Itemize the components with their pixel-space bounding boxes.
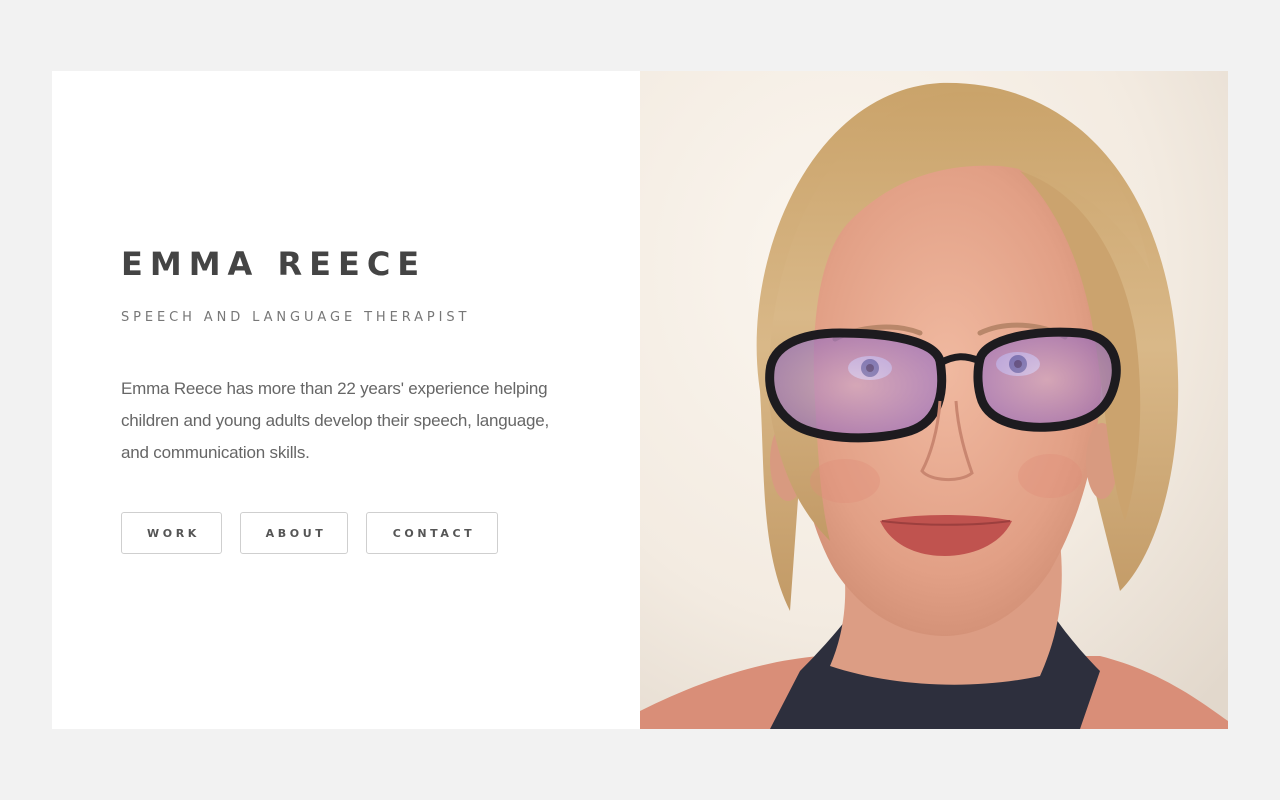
profile-bio: Emma Reece has more than 22 years' exper… (121, 379, 550, 462)
nav-buttons: WORK ABOUT CONTACT (121, 512, 498, 554)
intro-panel: EMMA REECE SPEECH AND LANGUAGE THERAPIST… (52, 71, 640, 729)
profile-name: EMMA REECE (121, 245, 427, 283)
about-button[interactable]: ABOUT (240, 512, 348, 554)
portrait-panel (640, 71, 1228, 729)
contact-button[interactable]: CONTACT (366, 512, 498, 554)
portrait-photo (640, 71, 1228, 729)
profile-card: EMMA REECE SPEECH AND LANGUAGE THERAPIST… (52, 71, 1228, 729)
work-button[interactable]: WORK (121, 512, 222, 554)
profile-title: SPEECH AND LANGUAGE THERAPIST (121, 310, 471, 325)
